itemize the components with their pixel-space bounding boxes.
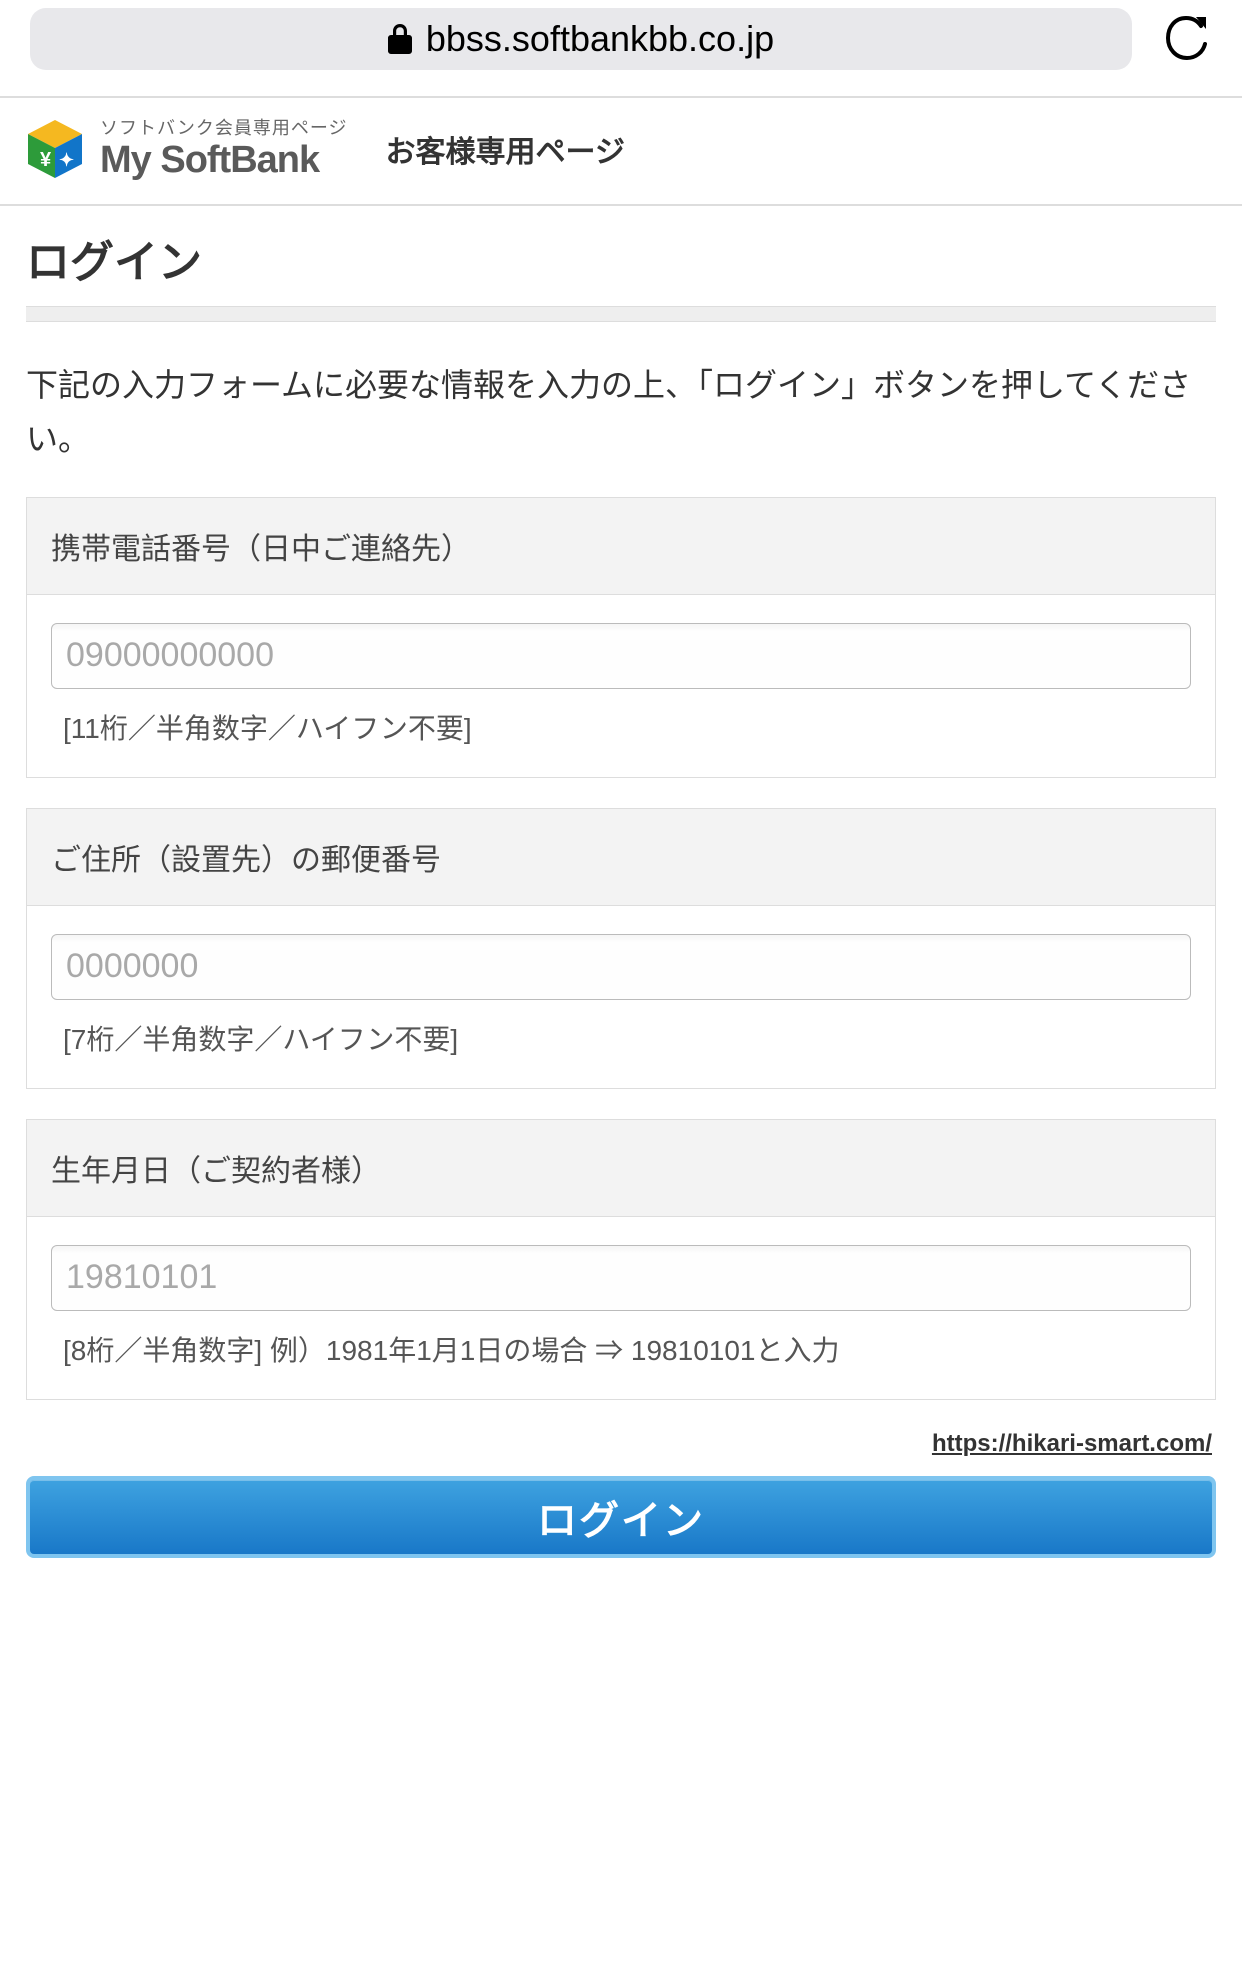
browser-address-bar: bbss.softbankbb.co.jp [0,0,1242,78]
external-link[interactable]: https://hikari-smart.com/ [932,1430,1212,1457]
svg-text:¥: ¥ [40,149,52,171]
brand-sub-text: お客様専用ページ [386,127,625,171]
reload-button[interactable] [1162,14,1212,64]
postal-hint: [7桁／半角数字／ハイフン不要] [51,1018,1191,1058]
brand-small-text: ソフトバンク会員専用ページ [100,119,348,137]
brand-text: ソフトバンク会員専用ページ My SoftBank [100,119,348,179]
logo-icon: ¥ ✦ [24,118,86,180]
postal-label: ご住所（設置先）の郵便番号 [27,809,1215,906]
phone-label: 携帯電話番号（日中ご連絡先） [27,498,1215,595]
brand-header: ¥ ✦ ソフトバンク会員専用ページ My SoftBank お客様専用ページ [0,98,1242,206]
external-link-row: https://hikari-smart.com/ [0,1430,1242,1466]
phone-input[interactable] [51,623,1191,689]
birthdate-field: 生年月日（ご契約者様） [8桁／半角数字] 例）1981年1月1日の場合 ⇒ 1… [26,1119,1216,1400]
login-button[interactable]: ログイン [26,1476,1216,1558]
address-pill[interactable]: bbss.softbankbb.co.jp [30,8,1132,70]
brand-main-text: My SoftBank [100,141,348,179]
birthdate-label: 生年月日（ご契約者様） [27,1120,1215,1217]
svg-text:✦: ✦ [59,150,74,170]
page-title: ログイン [0,206,1242,306]
title-divider [26,306,1216,322]
birthdate-hint: [8桁／半角数字] 例）1981年1月1日の場合 ⇒ 19810101と入力 [51,1329,1191,1369]
birthdate-input[interactable] [51,1245,1191,1311]
lock-icon [388,24,412,54]
phone-field: 携帯電話番号（日中ご連絡先） [11桁／半角数字／ハイフン不要] [26,497,1216,778]
postal-input[interactable] [51,934,1191,1000]
postal-field: ご住所（設置先）の郵便番号 [7桁／半角数字／ハイフン不要] [26,808,1216,1089]
instruction-text: 下記の入力フォームに必要な情報を入力の上、「ログイン」ボタンを押してください。 [0,322,1242,497]
phone-hint: [11桁／半角数字／ハイフン不要] [51,707,1191,747]
url-text: bbss.softbankbb.co.jp [426,18,774,60]
